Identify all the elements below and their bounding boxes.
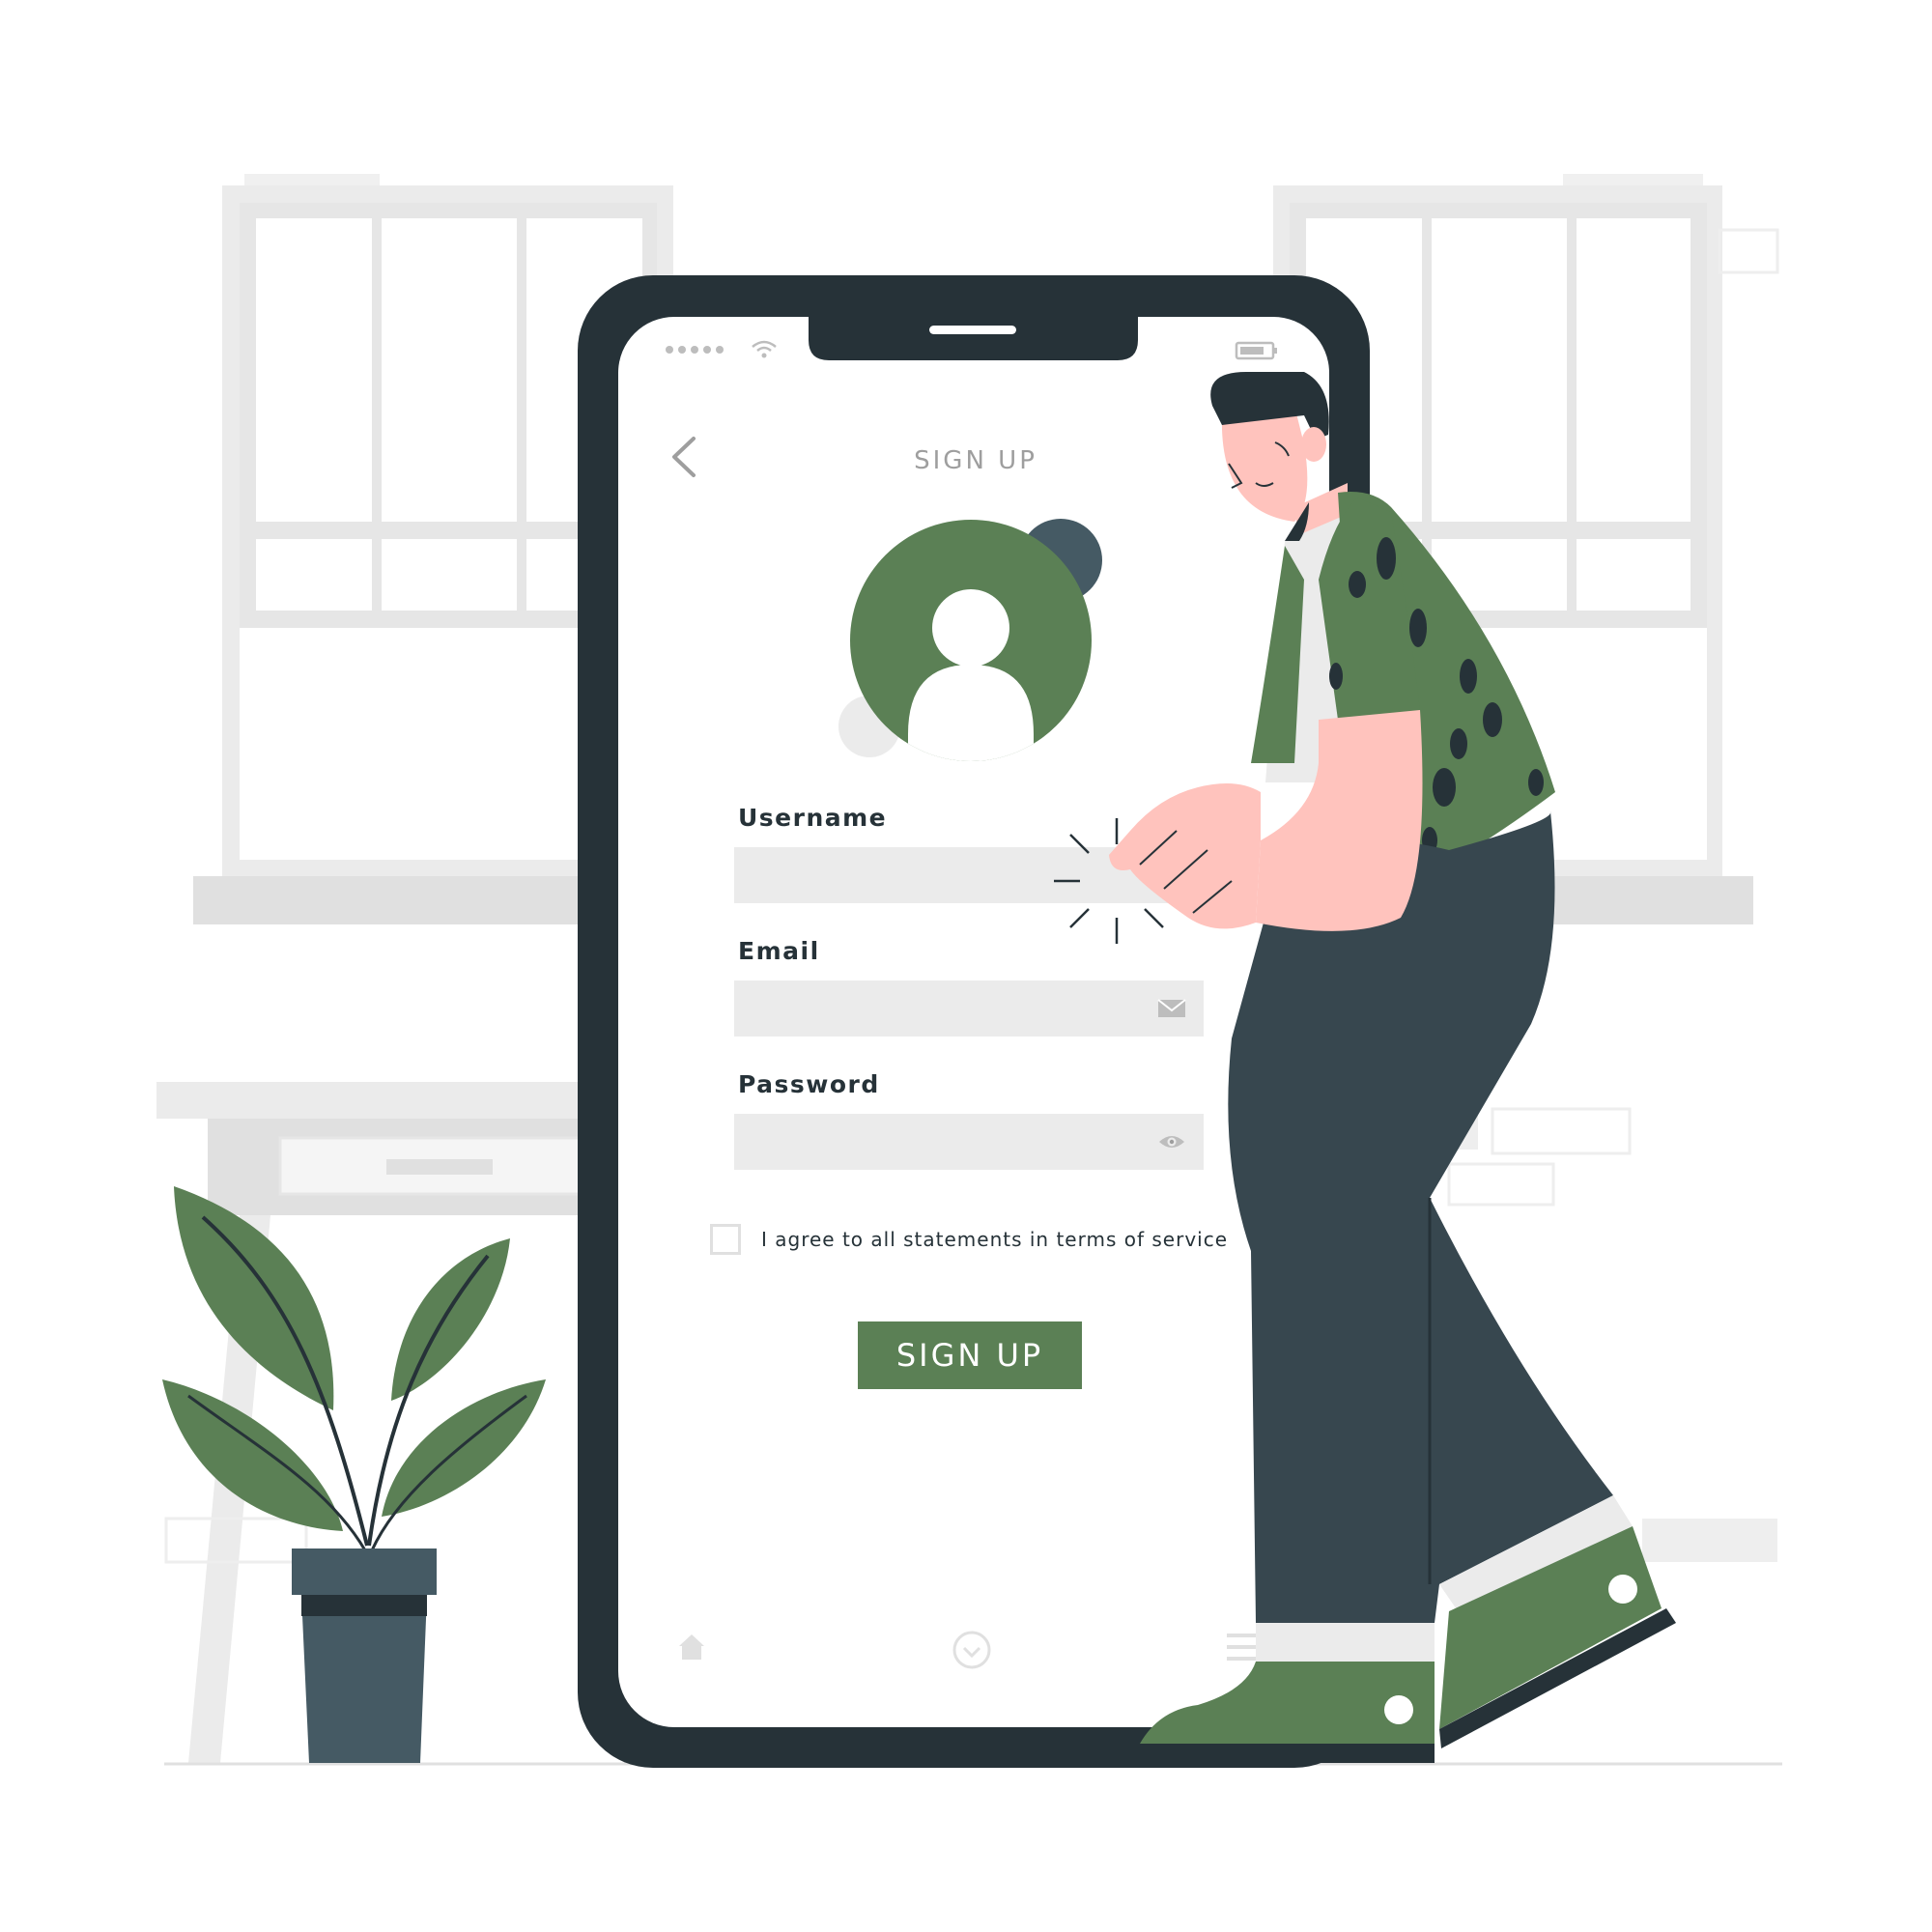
person-illustration [1109,372,1676,1763]
illustration-stage: SIGN UP Username Email Password I agree … [0,0,1932,1932]
tap-sparkle-icon [1054,818,1164,944]
